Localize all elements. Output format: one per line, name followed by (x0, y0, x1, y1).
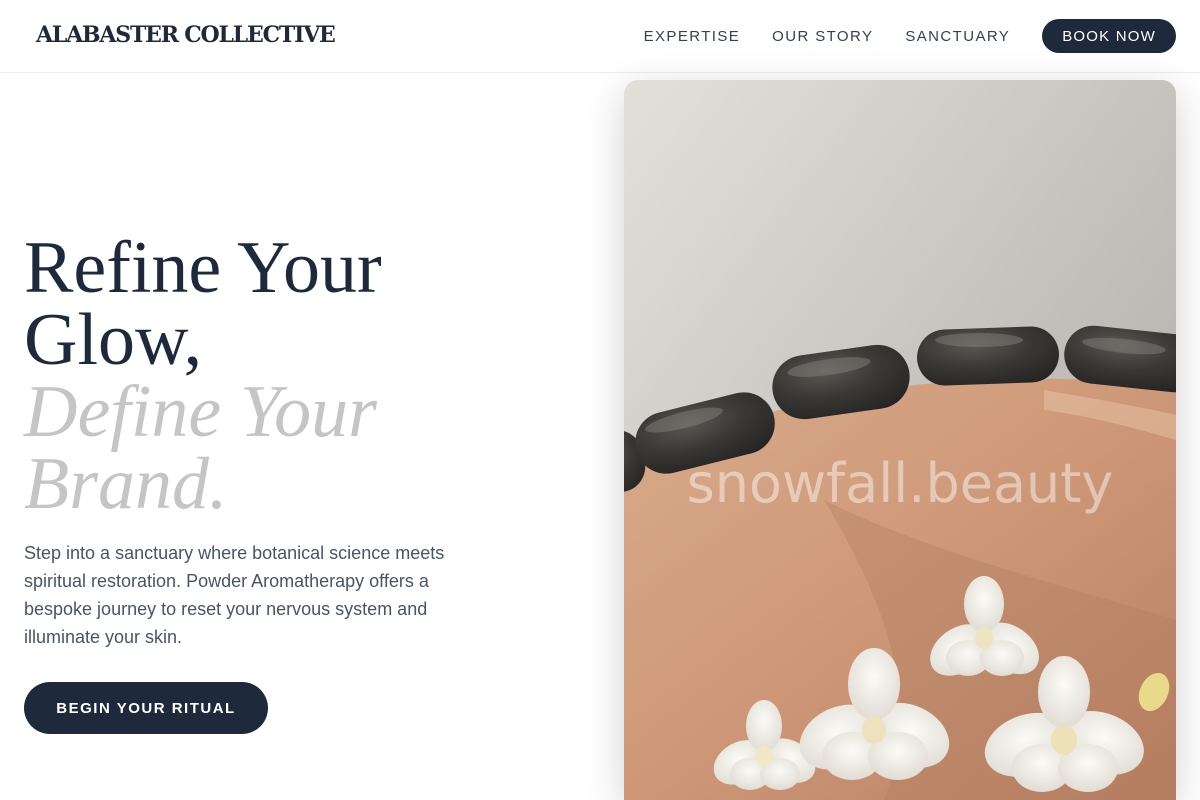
main-nav: EXPERTISE OUR STORY SANCTUARY BOOK NOW (644, 19, 1176, 53)
hero-description: Step into a sanctuary where botanical sc… (24, 543, 445, 647)
hero-title-accent-line-2: Brand. (24, 443, 228, 525)
site-header: ALABASTER COLLECTIVE EXPERTISE OUR STORY… (0, 0, 1200, 73)
book-now-button[interactable]: BOOK NOW (1042, 19, 1176, 53)
spa-photo-illustration (624, 80, 1176, 800)
hero-title: Refine Your Glow, Define Your Brand. (24, 227, 584, 525)
nav-link-expertise[interactable]: EXPERTISE (644, 28, 741, 45)
hero-title-line-1: Refine Your (24, 227, 382, 309)
hero-image: snowfall.beauty (624, 80, 1176, 800)
hero-title-accent-line-1: Define Your (24, 371, 377, 453)
nav-link-sanctuary[interactable]: SANCTUARY (905, 28, 1010, 45)
image-watermark: snowfall.beauty (686, 452, 1114, 515)
nav-link-our-story[interactable]: OUR STORY (772, 28, 873, 45)
brand-logo[interactable]: ALABASTER COLLECTIVE (36, 22, 336, 48)
hero-title-line-2: Glow, (24, 299, 203, 381)
begin-ritual-button[interactable]: BEGIN YOUR RITUAL (24, 682, 268, 734)
